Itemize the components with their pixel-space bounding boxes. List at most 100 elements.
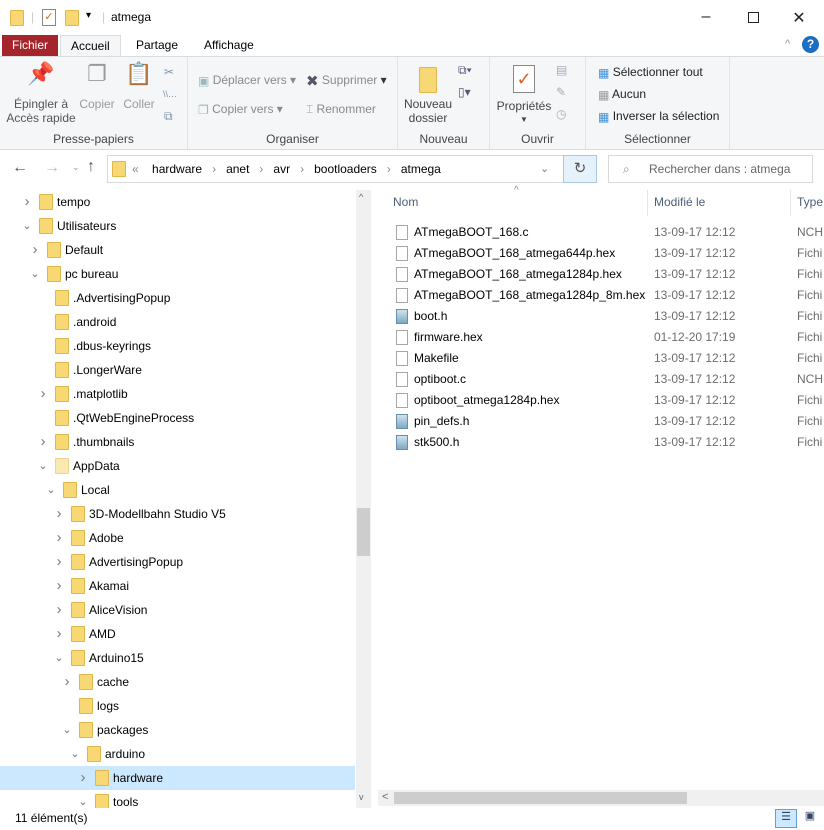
pin-quick-access-button[interactable]: 📌 Épingler à Accès rapide <box>6 63 76 126</box>
tree-item[interactable]: › .thumbnails <box>0 430 355 454</box>
file-row[interactable]: firmware.hex 01-12-20 17:19 Fichi <box>372 327 824 348</box>
invert-selection-button[interactable]: ▦ Inverser la sélection <box>598 109 719 124</box>
easy-access-icon[interactable]: ▯▾ <box>458 85 471 99</box>
up-arrow-icon[interactable]: ↑ <box>87 158 95 176</box>
breadcrumb-separator-icon[interactable]: › <box>259 162 263 176</box>
chevron-right-icon[interactable]: › <box>53 526 65 550</box>
copy-to-button[interactable]: ❐ Copier vers ▾ <box>198 102 283 117</box>
breadcrumb-item[interactable]: atmega <box>401 162 441 176</box>
file-row[interactable]: stk500.h 13-09-17 12:12 Fichi <box>372 432 824 453</box>
scroll-left-icon[interactable]: < <box>382 791 388 803</box>
chevron-down-icon[interactable]: ⌄ <box>53 646 65 670</box>
tree-item[interactable]: logs <box>0 694 355 718</box>
tree-item[interactable]: ⌄ Local <box>0 478 355 502</box>
tree-item[interactable]: › AMD <box>0 622 355 646</box>
chevron-right-icon[interactable]: › <box>21 190 33 214</box>
scroll-up-icon[interactable]: ^ <box>359 192 363 202</box>
tree-item[interactable]: › AdvertisingPopup <box>0 550 355 574</box>
tree-item[interactable]: › Akamai <box>0 574 355 598</box>
tree-item[interactable]: ⌄ AppData <box>0 454 355 478</box>
tree-item[interactable]: .QtWebEngineProcess <box>0 406 355 430</box>
scroll-thumb[interactable] <box>394 792 687 804</box>
help-icon[interactable]: ? <box>802 36 819 53</box>
file-row[interactable]: boot.h 13-09-17 12:12 Fichi <box>372 306 824 327</box>
delete-button[interactable]: ✖ Supprimer ▾ <box>306 72 387 90</box>
breadcrumb-separator-icon[interactable]: › <box>212 162 216 176</box>
search-box[interactable]: ⌕ Rechercher dans : atmega <box>608 155 813 183</box>
tree-vertical-scrollbar[interactable]: ^ v <box>356 190 371 808</box>
refresh-button[interactable]: ↻ <box>563 155 597 183</box>
tab-accueil[interactable]: Accueil <box>60 35 121 57</box>
tab-partage[interactable]: Partage <box>126 35 188 57</box>
tab-fichier[interactable]: Fichier <box>2 35 59 57</box>
copy-button[interactable]: ❐ Copier <box>76 63 118 112</box>
details-view-button[interactable]: ☰ <box>775 809 797 828</box>
file-row[interactable]: ATmegaBOOT_168.c 13-09-17 12:12 NCH <box>372 222 824 243</box>
maximize-button[interactable] <box>743 8 763 28</box>
tree-item[interactable]: ⌄ packages <box>0 718 355 742</box>
paste-button[interactable]: 📋 Coller <box>118 63 160 112</box>
rename-button[interactable]: ⌶ Renommer <box>306 102 376 117</box>
chevron-right-icon[interactable]: › <box>53 598 65 622</box>
scroll-thumb[interactable] <box>357 508 370 556</box>
file-row[interactable]: ATmegaBOOT_168_atmega644p.hex 13-09-17 12… <box>372 243 824 264</box>
scroll-down-icon[interactable]: v <box>359 792 364 802</box>
chevron-right-icon[interactable]: › <box>37 430 49 454</box>
breadcrumb-item[interactable]: bootloaders <box>314 162 377 176</box>
tree-item[interactable]: ⌄ pc bureau <box>0 262 355 286</box>
file-row[interactable]: Makefile 13-09-17 12:12 Fichi <box>372 348 824 369</box>
chevron-right-icon[interactable]: › <box>53 502 65 526</box>
minimize-button[interactable]: – <box>696 8 716 28</box>
tree-item[interactable]: › tempo <box>0 190 355 214</box>
chevron-down-icon[interactable]: ⌄ <box>61 718 73 742</box>
history-icon[interactable]: ◷ <box>556 107 566 121</box>
breadcrumb-separator-icon[interactable]: › <box>300 162 304 176</box>
forward-arrow-icon[interactable]: → <box>44 159 60 177</box>
file-row[interactable]: optiboot.c 13-09-17 12:12 NCH <box>372 369 824 390</box>
breadcrumb-separator-icon[interactable]: › <box>387 162 391 176</box>
tree-item[interactable]: .AdvertisingPopup <box>0 286 355 310</box>
column-header-type[interactable]: Type <box>797 195 823 209</box>
address-bar[interactable]: « hardware › anet › avr › bootloaders › atmega ⌄ <box>107 155 597 183</box>
recent-locations-icon[interactable]: ⌄ <box>72 162 80 173</box>
chevron-down-icon[interactable]: ⌄ <box>77 790 89 808</box>
tree-item[interactable]: ⌄ Utilisateurs <box>0 214 355 238</box>
tree-item[interactable]: › Adobe <box>0 526 355 550</box>
chevron-right-icon[interactable]: › <box>77 766 89 790</box>
new-folder-quick-icon[interactable] <box>65 10 79 26</box>
paste-shortcut-icon[interactable]: ⧉ <box>164 109 173 124</box>
cut-icon[interactable]: ✂ <box>164 65 174 79</box>
large-icons-view-button[interactable]: ▣ <box>800 809 820 828</box>
chevron-down-icon[interactable]: ⌄ <box>21 214 33 238</box>
files-horizontal-scrollbar[interactable]: < <box>378 790 824 806</box>
tree-item[interactable]: › Default <box>0 238 355 262</box>
customize-quick-access-icon[interactable]: ▾ <box>86 10 91 21</box>
tree-item[interactable]: ⌄ Arduino15 <box>0 646 355 670</box>
breadcrumb-item[interactable]: anet <box>226 162 249 176</box>
tree-item[interactable]: › AliceVision <box>0 598 355 622</box>
chevron-down-icon[interactable]: ⌄ <box>37 454 49 478</box>
chevron-right-icon[interactable]: › <box>53 550 65 574</box>
chevron-right-icon[interactable]: › <box>53 622 65 646</box>
tree-item[interactable]: › .matplotlib <box>0 382 355 406</box>
chevron-right-icon[interactable]: › <box>37 382 49 406</box>
tree-item[interactable]: ⌄ tools <box>0 790 355 808</box>
file-row[interactable]: ATmegaBOOT_168_atmega1284p.hex 13-09-17 1… <box>372 264 824 285</box>
back-arrow-icon[interactable]: ← <box>12 159 28 177</box>
address-dropdown-icon[interactable]: ⌄ <box>540 162 549 175</box>
chevron-down-icon[interactable]: ⌄ <box>69 742 81 766</box>
column-header-modified[interactable]: Modifié le <box>654 195 705 209</box>
breadcrumb-item[interactable]: avr <box>273 162 290 176</box>
tab-affichage[interactable]: Affichage <box>194 35 264 57</box>
select-none-button[interactable]: ▦ Aucun <box>598 87 646 102</box>
column-header-name[interactable]: Nom <box>393 195 418 209</box>
properties-button[interactable]: ✓ Propriétés ▼ <box>494 65 554 127</box>
tree-item[interactable]: .LongerWare <box>0 358 355 382</box>
tree-item[interactable]: .android <box>0 310 355 334</box>
copy-path-icon[interactable]: \\… <box>163 89 177 99</box>
move-to-button[interactable]: ▣ Déplacer vers ▾ <box>198 73 296 88</box>
chevron-right-icon[interactable]: › <box>53 574 65 598</box>
tree-item[interactable]: › hardware <box>0 766 355 790</box>
tree-item[interactable]: › 3D-Modellbahn Studio V5 <box>0 502 355 526</box>
tree-item[interactable]: ⌄ arduino <box>0 742 355 766</box>
